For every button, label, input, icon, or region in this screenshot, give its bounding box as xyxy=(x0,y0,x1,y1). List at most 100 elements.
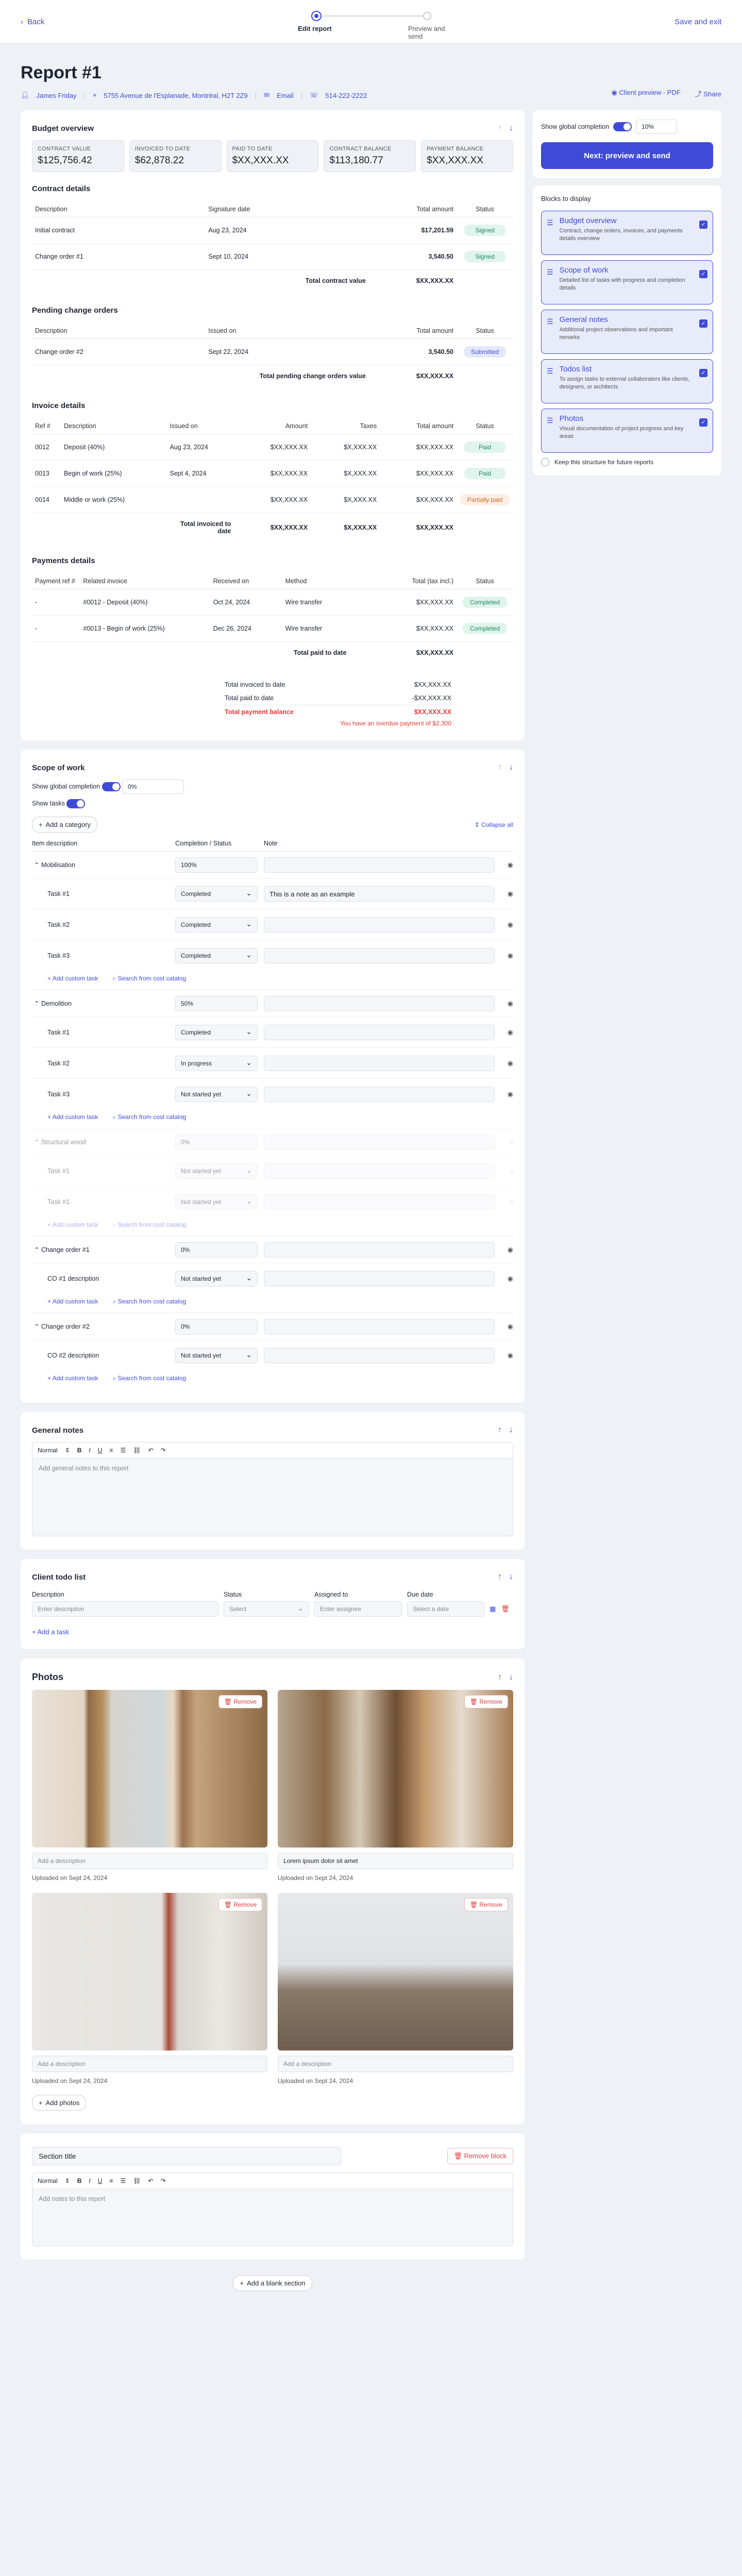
drag-handle-icon[interactable]: ☰ xyxy=(547,365,553,376)
photo-image[interactable]: 🗑︎ Remove xyxy=(278,1690,513,1848)
add-task-button[interactable]: + Add a task xyxy=(32,1628,513,1636)
bold-icon[interactable]: B xyxy=(77,2177,82,2184)
category-note-input[interactable] xyxy=(264,1318,495,1334)
block-toggle[interactable]: ☰ Budget overview Contract, change orders… xyxy=(541,211,713,255)
eye-icon[interactable]: ◉ xyxy=(496,921,513,929)
task-note-input[interactable] xyxy=(264,917,495,933)
table-row[interactable]: - #0012 - Deposit (40%) Oct 24, 2024 Wire t… xyxy=(32,589,513,616)
chevron-up-icon[interactable]: ⌃ xyxy=(34,1139,41,1146)
add-photos-button[interactable]: + Add photos xyxy=(32,2095,87,2111)
collapse-all-button[interactable]: ⇕ Collapse all xyxy=(475,821,513,828)
eye-icon[interactable]: ◉ xyxy=(496,1246,513,1254)
table-row[interactable]: - #0013 - Begin of work (25%) Dec 26, 2024… xyxy=(32,615,513,642)
show-tasks-toggle[interactable] xyxy=(66,799,86,808)
move-up-icon[interactable]: ↑ xyxy=(498,1426,502,1435)
add-custom-task-link[interactable]: + Add custom task xyxy=(47,975,98,982)
check-icon[interactable]: ✓ xyxy=(699,319,707,328)
move-up-icon[interactable]: ↑ xyxy=(498,1572,502,1582)
eye-off-icon[interactable]: ◌ xyxy=(496,1138,513,1146)
task-note-input[interactable] xyxy=(264,1194,495,1210)
task-note-input[interactable] xyxy=(264,1347,495,1363)
chevron-up-icon[interactable]: ⌃ xyxy=(34,1000,41,1007)
move-up-icon[interactable]: ↑ xyxy=(498,763,502,772)
redo-icon[interactable]: ↷ xyxy=(161,1447,166,1454)
ordered-list-icon[interactable]: ≡ xyxy=(109,1447,113,1454)
category-completion-input[interactable]: 0% xyxy=(175,1134,258,1150)
drag-handle-icon[interactable]: ☰ xyxy=(547,315,553,326)
photo-description-input[interactable]: Lorem ipsum dolor sit amet xyxy=(278,1853,513,1869)
keep-structure-radio[interactable] xyxy=(541,458,549,466)
eye-icon[interactable]: ◉ xyxy=(496,952,513,960)
remove-photo-button[interactable]: 🗑︎ Remove xyxy=(464,1695,508,1708)
eye-off-icon[interactable]: ◌ xyxy=(496,1198,513,1206)
move-down-icon[interactable]: ↓ xyxy=(509,1673,513,1682)
add-custom-task-link[interactable]: + Add custom task xyxy=(47,1375,98,1382)
drag-handle-icon[interactable]: ☰ xyxy=(547,216,553,227)
task-status-select[interactable]: Not started yet xyxy=(175,1163,258,1179)
photo-description-input[interactable]: Add a description xyxy=(32,2056,267,2072)
category-note-input[interactable] xyxy=(264,857,495,873)
table-row[interactable]: 0014 Middle or work (25%) $XX,XXX.XX $X,XXX… xyxy=(32,486,513,513)
eye-icon[interactable]: ◉ xyxy=(496,890,513,898)
section-editor[interactable]: Normal ⇕ B I U ≡ ☰ ⛓ ↶ ↷ Add notes to this report xyxy=(32,2173,513,2246)
remove-photo-button[interactable]: 🗑︎ Remove xyxy=(218,1695,262,1708)
eye-icon[interactable]: ◉ xyxy=(496,1059,513,1067)
search-catalog-link[interactable]: ⌕ Search from cost catalog xyxy=(112,1113,186,1121)
global-completion-toggle[interactable] xyxy=(102,782,121,791)
table-row[interactable]: Initial contract Aug 23, 2024 $17,201.59 Si… xyxy=(32,217,513,244)
add-custom-task-link[interactable]: + Add custom task xyxy=(47,1298,98,1306)
sidebar-global-input[interactable]: 10% xyxy=(636,120,678,134)
format-arrow-icon[interactable]: ⇕ xyxy=(65,1447,70,1454)
remove-block-button[interactable]: 🗑︎ Remove block xyxy=(447,2148,513,2164)
search-catalog-link[interactable]: ⌕ Search from cost catalog xyxy=(112,1298,186,1306)
back-button[interactable]: ‹ Back xyxy=(21,18,44,26)
category-completion-input[interactable]: 50% xyxy=(175,995,258,1011)
move-down-icon[interactable]: ↓ xyxy=(509,124,513,133)
drag-handle-icon[interactable]: ☰ xyxy=(547,414,553,425)
eye-icon[interactable]: ◉ xyxy=(496,1323,513,1331)
check-icon[interactable]: ✓ xyxy=(699,369,707,377)
add-custom-task-link[interactable]: + Add custom task xyxy=(47,1221,98,1229)
add-custom-task-link[interactable]: + Add custom task xyxy=(47,1113,98,1121)
photo-description-input[interactable]: Add a description xyxy=(32,1853,267,1869)
bullet-list-icon[interactable]: ☰ xyxy=(120,2177,126,2184)
format-select[interactable]: Normal xyxy=(38,1447,58,1454)
move-down-icon[interactable]: ↓ xyxy=(509,1572,513,1582)
category-note-input[interactable] xyxy=(264,995,495,1011)
eye-icon[interactable]: ◉ xyxy=(496,861,513,869)
calendar-icon[interactable]: ▦ xyxy=(490,1605,496,1613)
block-toggle[interactable]: ☰ Scope of work Detailed list of tasks wi… xyxy=(541,260,713,304)
client-phone[interactable]: 514-222-2222 xyxy=(325,92,367,99)
category-completion-input[interactable]: 0% xyxy=(175,1242,258,1258)
task-note-input[interactable] xyxy=(264,1270,495,1286)
category-note-input[interactable] xyxy=(264,1134,495,1150)
task-note-input[interactable]: This is a note as an example xyxy=(264,886,495,902)
chevron-up-icon[interactable]: ⌃ xyxy=(34,1246,41,1253)
photo-description-input[interactable]: Add a description xyxy=(278,2056,513,2072)
task-status-select[interactable]: Not started yet xyxy=(175,1270,258,1286)
task-note-input[interactable] xyxy=(264,1086,495,1102)
client-email[interactable]: Email xyxy=(277,92,294,99)
table-row[interactable]: 0012 Deposit (40%) Aug 23, 2024 $XX,XXX.XX $… xyxy=(32,434,513,461)
add-blank-section-button[interactable]: + Add a blank section xyxy=(233,2275,312,2291)
task-status-select[interactable]: Completed xyxy=(175,886,258,902)
task-note-input[interactable] xyxy=(264,1024,495,1040)
task-status-select[interactable]: Completed xyxy=(175,947,258,963)
undo-icon[interactable]: ↶ xyxy=(148,1447,153,1454)
section-textarea[interactable]: Add notes to this report xyxy=(32,2189,513,2246)
step-next-dot[interactable] xyxy=(423,12,431,20)
task-status-select[interactable]: Completed xyxy=(175,917,258,933)
italic-icon[interactable]: I xyxy=(89,1447,90,1454)
task-note-input[interactable] xyxy=(264,947,495,963)
eye-icon[interactable]: ◉ xyxy=(496,1351,513,1360)
photo-image[interactable]: 🗑︎ Remove xyxy=(278,1893,513,2050)
search-catalog-link[interactable]: ⌕ Search from cost catalog xyxy=(112,1221,186,1229)
sidebar-global-toggle[interactable] xyxy=(613,122,632,131)
section-title-input[interactable]: Section title xyxy=(32,2147,341,2165)
eye-off-icon[interactable]: ◌ xyxy=(496,1167,513,1175)
chevron-up-icon[interactable]: ⌃ xyxy=(34,1323,41,1330)
next-preview-button[interactable]: Next: preview and send xyxy=(541,142,713,169)
move-down-icon[interactable]: ↓ xyxy=(509,1426,513,1435)
undo-icon[interactable]: ↶ xyxy=(148,2177,153,2184)
task-status-select[interactable]: In progress xyxy=(175,1055,258,1071)
